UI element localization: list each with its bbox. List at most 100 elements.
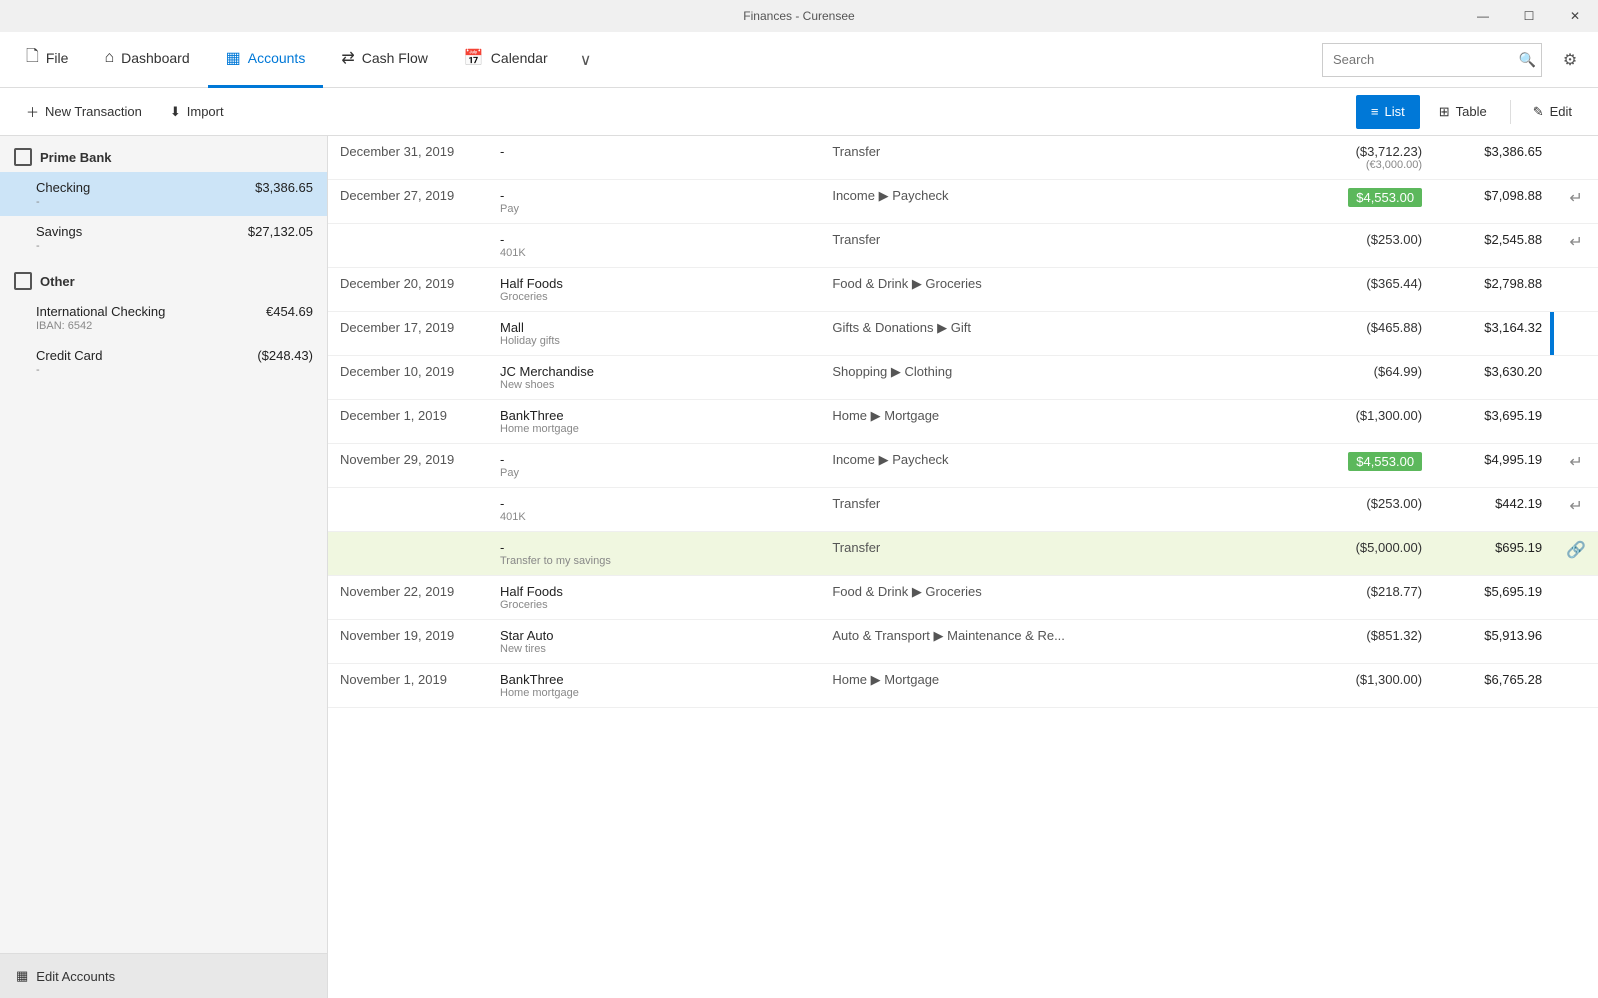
list-icon: ≡ (1371, 104, 1379, 119)
maximize-button[interactable]: ☐ (1506, 0, 1552, 32)
tx-action-icon (1554, 136, 1598, 180)
tx-category: Shopping ▶ Clothing (820, 356, 1294, 400)
list-view-button[interactable]: ≡ List (1356, 95, 1420, 129)
calendar-icon: 📅 (464, 48, 484, 68)
table-row[interactable]: December 31, 2019-Transfer($3,712.23)(€3… (328, 136, 1598, 180)
nav-dashboard[interactable]: ⌂ Dashboard (86, 32, 207, 88)
tx-amount: ($253.00) (1294, 224, 1434, 268)
plus-icon: ＋ (26, 102, 39, 121)
account-savings[interactable]: Savings - $27,132.05 (0, 216, 327, 260)
action-icon[interactable]: ↵ (1569, 454, 1582, 471)
tx-payee: Star AutoNew tires (488, 620, 820, 664)
nav-cashflow[interactable]: ⇄ Cash Flow (323, 32, 446, 88)
tx-category: Income ▶ Paycheck (820, 444, 1294, 488)
table-view-button[interactable]: ⊞ Table (1424, 95, 1502, 129)
new-transaction-button[interactable]: ＋ New Transaction (12, 94, 156, 130)
tx-action-icon (1554, 312, 1598, 356)
prime-bank-checkbox[interactable] (14, 148, 32, 166)
tx-date: December 31, 2019 (328, 136, 488, 180)
tx-category: Income ▶ Paycheck (820, 180, 1294, 224)
file-icon: 🗋 (26, 45, 39, 72)
edit-accounts-button[interactable]: ▦ Edit Accounts (0, 954, 327, 998)
nav-file[interactable]: 🗋 File (8, 32, 86, 88)
title-bar: Finances - Curensee — ☐ ✕ (0, 0, 1598, 32)
table-row[interactable]: November 1, 2019BankThreeHome mortgageHo… (328, 664, 1598, 708)
nav-accounts[interactable]: ▦ Accounts (208, 32, 324, 88)
tx-balance: $3,695.19 (1434, 400, 1554, 444)
tx-payee: -Pay (488, 180, 820, 224)
nav-search-area: 🔍 ⚙ (1322, 40, 1590, 80)
tx-balance: $7,098.88 (1434, 180, 1554, 224)
tx-amount: ($5,000.00) (1294, 532, 1434, 576)
nav-dashboard-label: Dashboard (121, 50, 190, 66)
tx-amount: ($218.77) (1294, 576, 1434, 620)
nav-cashflow-label: Cash Flow (362, 50, 428, 66)
tx-amount: ($465.88) (1294, 312, 1434, 356)
table-icon: ⊞ (1439, 104, 1450, 120)
tx-action-icon (1554, 400, 1598, 444)
import-button[interactable]: ⬇ Import (156, 94, 238, 130)
close-button[interactable]: ✕ (1552, 0, 1598, 32)
account-intl-checking[interactable]: International Checking IBAN: 6542 €454.6… (0, 296, 327, 340)
tx-balance: $442.19 (1434, 488, 1554, 532)
search-input[interactable] (1322, 43, 1542, 77)
tx-category: Transfer (820, 532, 1294, 576)
account-credit-card[interactable]: Credit Card - ($248.43) (0, 340, 327, 384)
tx-payee: -401K (488, 224, 820, 268)
edit-label: Edit (1550, 104, 1572, 119)
tx-action-icon[interactable]: 🔗 (1554, 532, 1598, 576)
nav-calendar[interactable]: 📅 Calendar (446, 32, 566, 88)
tx-balance: $3,386.65 (1434, 136, 1554, 180)
nav-file-label: File (46, 50, 69, 66)
tx-balance: $3,164.32 (1434, 312, 1554, 356)
table-row[interactable]: November 29, 2019-PayIncome ▶ Paycheck$4… (328, 444, 1598, 488)
table-row[interactable]: -401KTransfer($253.00)$442.19↵ (328, 488, 1598, 532)
table-row[interactable]: -Transfer to my savingsTransfer($5,000.0… (328, 532, 1598, 576)
tx-payee: -Pay (488, 444, 820, 488)
tx-payee: -Transfer to my savings (488, 532, 820, 576)
account-checking[interactable]: Checking - $3,386.65 (0, 172, 327, 216)
intl-checking-sub: IBAN: 6542 (36, 320, 165, 332)
action-icon[interactable]: 🔗 (1566, 542, 1586, 559)
table-row[interactable]: December 17, 2019MallHoliday giftsGifts … (328, 312, 1598, 356)
tx-date: December 10, 2019 (328, 356, 488, 400)
action-icon[interactable]: ↵ (1569, 234, 1582, 251)
tx-action-icon[interactable]: ↵ (1554, 224, 1598, 268)
tx-category: Transfer (820, 136, 1294, 180)
minimize-button[interactable]: — (1460, 0, 1506, 32)
tx-date: December 17, 2019 (328, 312, 488, 356)
table-row[interactable]: December 20, 2019Half FoodsGroceriesFood… (328, 268, 1598, 312)
tx-payee: Half FoodsGroceries (488, 268, 820, 312)
tx-date (328, 488, 488, 532)
tx-action-icon[interactable]: ↵ (1554, 444, 1598, 488)
table-row[interactable]: December 1, 2019BankThreeHome mortgageHo… (328, 400, 1598, 444)
content-area: December 31, 2019-Transfer($3,712.23)(€3… (328, 136, 1598, 998)
other-checkbox[interactable] (14, 272, 32, 290)
action-icon[interactable]: ↵ (1569, 190, 1582, 207)
tx-category: Home ▶ Mortgage (820, 664, 1294, 708)
tx-action-icon[interactable]: ↵ (1554, 180, 1598, 224)
tx-balance: $6,765.28 (1434, 664, 1554, 708)
tx-amount: ($253.00) (1294, 488, 1434, 532)
table-row[interactable]: November 22, 2019Half FoodsGroceriesFood… (328, 576, 1598, 620)
nav-more-button[interactable]: ∨ (566, 32, 606, 88)
tx-payee: BankThreeHome mortgage (488, 400, 820, 444)
edit-button[interactable]: ✎ Edit (1519, 95, 1586, 129)
tx-category: Auto & Transport ▶ Maintenance & Re... (820, 620, 1294, 664)
tx-payee: JC MerchandiseNew shoes (488, 356, 820, 400)
settings-button[interactable]: ⚙ (1550, 40, 1590, 80)
table-row[interactable]: -401KTransfer($253.00)$2,545.88↵ (328, 224, 1598, 268)
table-row[interactable]: December 10, 2019JC MerchandiseNew shoes… (328, 356, 1598, 400)
tx-payee: BankThreeHome mortgage (488, 664, 820, 708)
tx-date: November 1, 2019 (328, 664, 488, 708)
table-row[interactable]: December 27, 2019-PayIncome ▶ Paycheck$4… (328, 180, 1598, 224)
intl-checking-balance: €454.69 (266, 304, 313, 319)
sidebar: Prime Bank Checking - $3,386.65 Savings … (0, 136, 328, 998)
action-icon[interactable]: ↵ (1569, 498, 1582, 515)
table-row[interactable]: November 19, 2019Star AutoNew tiresAuto … (328, 620, 1598, 664)
tx-action-icon[interactable]: ↵ (1554, 488, 1598, 532)
search-button[interactable]: 🔍 (1519, 51, 1536, 68)
app-title: Finances - Curensee (743, 9, 854, 23)
tx-date: November 29, 2019 (328, 444, 488, 488)
accounts-icon: ▦ (226, 48, 241, 68)
